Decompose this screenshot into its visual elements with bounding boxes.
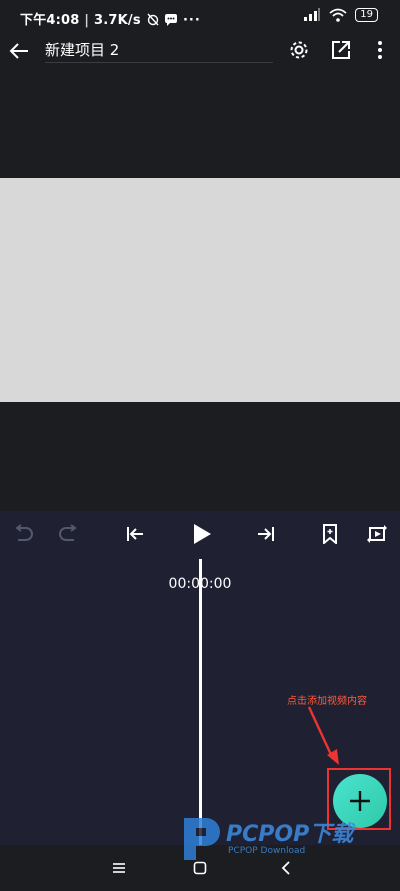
loop-playback-icon[interactable] — [366, 524, 388, 544]
watermark-brand: PCPOP下载 — [226, 822, 354, 847]
hint-arrow-icon — [305, 705, 345, 771]
app-bar: 新建项目 2 — [0, 34, 400, 68]
play-icon[interactable] — [191, 522, 213, 546]
video-preview-canvas[interactable] — [0, 178, 400, 402]
timecode-display: 00:00:00 — [168, 576, 232, 592]
status-bar: 下午4:08 | 3.7K/s ··· 19 — [0, 0, 400, 34]
signal-icon — [303, 8, 321, 22]
settings-gear-icon[interactable] — [288, 39, 310, 61]
status-left: 下午4:08 | 3.7K/s ··· — [20, 12, 201, 28]
message-icon — [164, 13, 178, 26]
network-speed: 3.7K/s — [93, 13, 141, 28]
alarm-off-icon — [146, 12, 160, 26]
bookmark-icon[interactable] — [322, 524, 338, 544]
watermark: PCPOP下载 PCPOP Download — [180, 812, 390, 864]
more-options-icon[interactable] — [372, 39, 388, 61]
watermark-sub: PCPOP Download — [228, 846, 306, 856]
skip-to-start-icon[interactable] — [125, 525, 145, 543]
undo-icon[interactable] — [12, 524, 34, 542]
status-time: 下午4:08 — [20, 13, 80, 28]
redo-icon[interactable] — [58, 524, 80, 542]
playhead-line[interactable] — [199, 559, 202, 845]
back-arrow-icon[interactable] — [8, 40, 30, 62]
plus-icon — [348, 789, 372, 813]
preview-letterbox-bottom — [0, 402, 400, 511]
menu-icon[interactable] — [112, 862, 126, 874]
pcpop-logo-icon — [180, 814, 222, 862]
wifi-icon — [329, 8, 347, 22]
preview-letterbox-top — [0, 68, 400, 178]
more-notifications-icon: ··· — [182, 13, 201, 28]
project-title-input[interactable]: 新建项目 2 — [45, 38, 273, 63]
export-share-icon[interactable] — [330, 39, 352, 61]
playback-controls — [0, 511, 400, 557]
battery-level: 19 — [355, 8, 378, 22]
skip-to-end-icon[interactable] — [256, 525, 276, 543]
